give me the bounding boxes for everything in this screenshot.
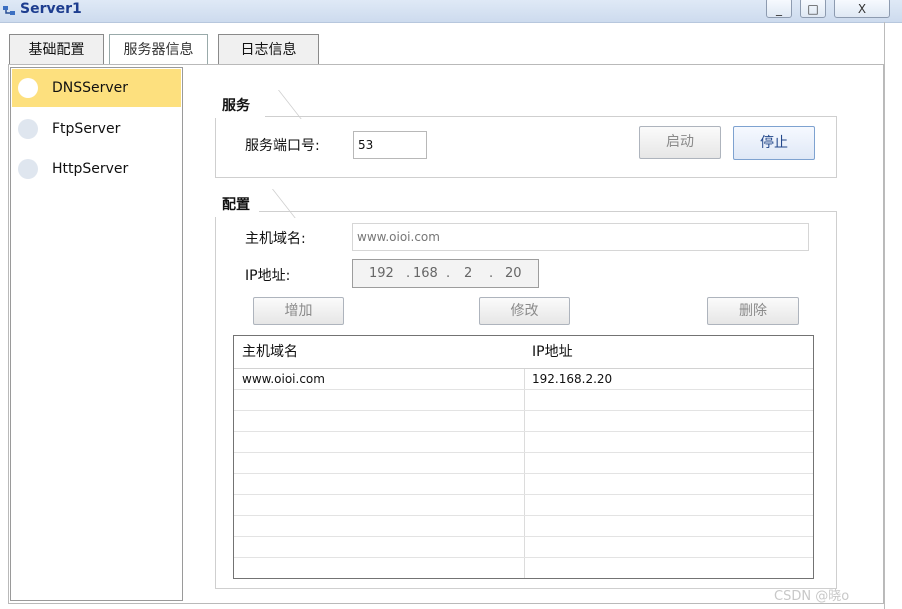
table-row-empty [234, 495, 813, 516]
tab-server-info[interactable]: 服务器信息 [109, 34, 208, 65]
ip-octet-1: 192 [369, 266, 394, 281]
table-header: 主机域名 IP地址 [234, 336, 813, 369]
maximize-button[interactable]: □ [800, 0, 826, 18]
service-list: DNSServer FtpServer HttpServer [10, 67, 183, 601]
delete-button[interactable]: 删除 [707, 297, 799, 325]
stop-button[interactable]: 停止 [733, 126, 815, 160]
table-row-empty [234, 411, 813, 432]
tab-basic-config[interactable]: 基础配置 [9, 34, 104, 65]
watermark: CSDN @晓o [774, 589, 850, 604]
service-item-label: DNSServer [52, 80, 129, 96]
service-status-icon [18, 78, 38, 98]
window-border [884, 22, 885, 609]
table-row-empty [234, 453, 813, 474]
cell-domain: www.oioi.com [242, 372, 325, 386]
service-status-icon [18, 119, 38, 139]
service-status-icon [18, 159, 38, 179]
ip-octet-4: 20 [505, 266, 522, 281]
column-header-ip[interactable]: IP地址 [532, 336, 573, 368]
table-row-empty [234, 432, 813, 453]
service-group-title: 服务 [215, 92, 265, 118]
domain-input[interactable]: www.oioi.com [352, 223, 809, 251]
ip-octet-3: 2 [464, 266, 473, 281]
cell-ip: 192.168.2.20 [532, 372, 613, 386]
config-group-title: 配置 [215, 191, 259, 217]
domain-label: 主机域名: [245, 231, 306, 247]
tab-log-info[interactable]: 日志信息 [218, 34, 319, 65]
ip-dot: . [446, 266, 451, 281]
service-item-dns[interactable]: DNSServer [12, 69, 181, 107]
table-row-empty [234, 474, 813, 495]
dns-records-table[interactable]: 主机域名 IP地址 www.oioi.com 192.168.2.20 [233, 335, 814, 579]
start-button[interactable]: 启动 [639, 126, 721, 159]
service-item-label: FtpServer [52, 121, 121, 137]
column-header-domain[interactable]: 主机域名 [242, 336, 298, 368]
service-item-http[interactable]: HttpServer [12, 150, 181, 188]
service-item-ftp[interactable]: FtpServer [12, 110, 181, 148]
modify-button[interactable]: 修改 [479, 297, 570, 325]
port-label: 服务端口号: [245, 138, 320, 154]
window-title: Server1 [20, 1, 82, 17]
service-item-label: HttpServer [52, 161, 129, 177]
ip-octet-2: 168 [413, 266, 438, 281]
ip-dot: . [406, 266, 411, 281]
title-bar: Server1 _ □ X [0, 0, 902, 23]
table-row-empty [234, 558, 813, 578]
add-button[interactable]: 增加 [253, 297, 344, 325]
table-row-empty [234, 537, 813, 558]
close-button[interactable]: X [834, 0, 890, 18]
table-row-empty [234, 516, 813, 537]
ip-address-input[interactable]: 192 . 168 . 2 . 20 [352, 259, 539, 288]
server-icon [3, 6, 15, 15]
ip-dot: . [489, 266, 494, 281]
ip-label: IP地址: [245, 268, 291, 284]
table-row-empty [234, 390, 813, 411]
table-row[interactable]: www.oioi.com 192.168.2.20 [234, 369, 813, 390]
minimize-button[interactable]: _ [766, 0, 792, 18]
port-input[interactable]: 53 [353, 131, 427, 159]
